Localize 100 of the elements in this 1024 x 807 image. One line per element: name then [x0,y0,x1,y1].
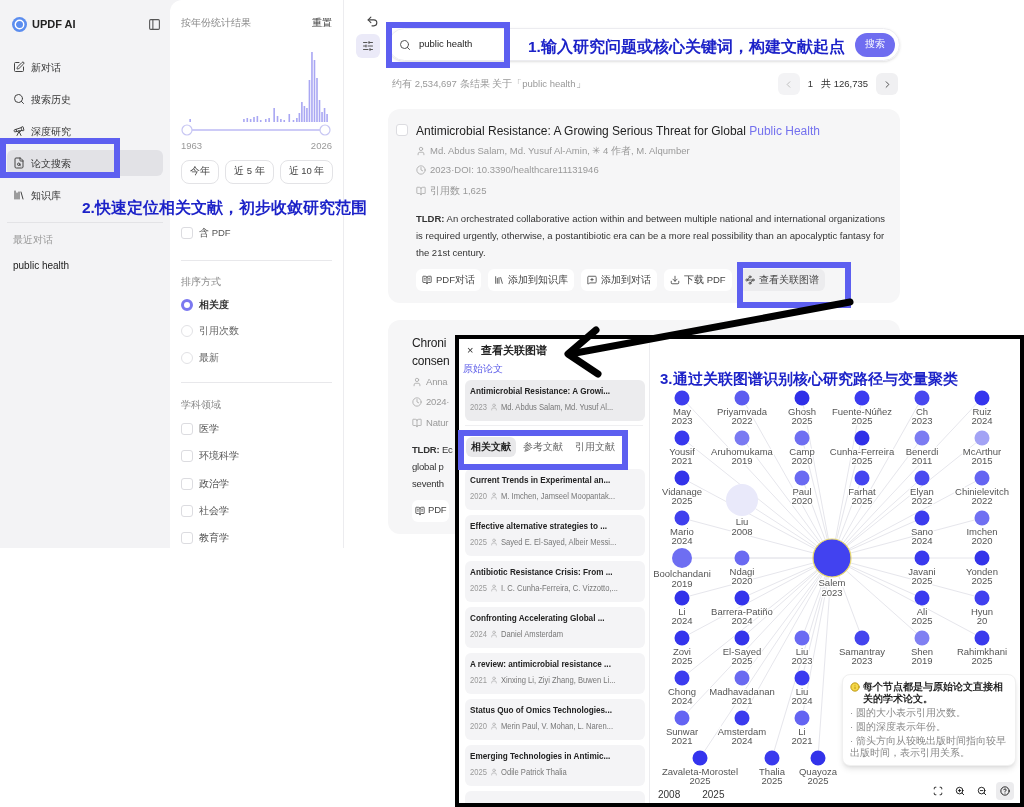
close-button[interactable]: × [467,342,474,359]
graph-node[interactable] [674,390,690,406]
year-range-button[interactable]: 今年 [181,159,219,184]
graph-node[interactable] [692,750,708,766]
graph-node[interactable] [854,390,870,406]
year-range-button[interactable]: 近 5 年 [225,159,274,184]
checkbox[interactable] [181,450,193,463]
graph-node[interactable] [810,750,826,766]
graph-node[interactable] [914,550,930,566]
graph-node[interactable] [812,538,852,578]
graph-node[interactable] [914,510,930,526]
related-paper-card[interactable]: Status Quo of Omics Technologies... 2020 Merin Paul, V. Mohan, L. Naren... [465,698,645,740]
graph-node[interactable] [974,630,990,646]
graph-node[interactable] [734,710,750,726]
graph-node[interactable] [854,630,870,646]
checkbox[interactable] [181,226,193,239]
graph-node[interactable] [674,590,690,606]
graph-node[interactable] [794,630,810,646]
recent-chat[interactable]: public health [7,258,70,274]
graph-node[interactable] [974,510,990,526]
graph-node[interactable] [726,484,758,516]
graph-node[interactable] [974,550,990,566]
paper-title[interactable]: Chroni [412,333,447,352]
step-annotation: 2.快速定位相关文献，初步收敛研究范围 [82,198,367,218]
graph-node[interactable] [974,390,990,406]
graph-node[interactable] [794,670,810,686]
tab[interactable]: 相关文献 [466,436,516,457]
sidebar-item[interactable]: 深度研究 [7,118,77,144]
graph-node[interactable] [674,510,690,526]
back-icon[interactable] [366,15,379,28]
graph-node[interactable] [674,630,690,646]
graph-node[interactable] [914,390,930,406]
library-icon [13,189,25,201]
paper-title[interactable]: Antimicrobial Resistance: A Growing Serious Threat for Global Public Health [416,124,890,138]
year-range-button[interactable]: 近 10 年 [279,159,334,184]
checkbox[interactable] [181,504,193,517]
slider-thumb[interactable] [181,124,193,136]
book-icon [415,505,425,516]
person-icon [490,583,498,592]
graph-node[interactable] [734,630,750,646]
graph-node[interactable] [854,470,870,486]
graph-node[interactable] [734,390,750,406]
graph-node[interactable] [764,750,780,766]
graph-node[interactable] [674,670,690,686]
graph-node[interactable] [974,470,990,486]
related-paper-card[interactable]: Confronting Accelerating Global ... 2024 Daniel Amsterdam [465,606,645,648]
tab[interactable]: 引用文献 [570,436,620,457]
graph-node[interactable] [734,590,750,606]
help-button[interactable] [996,782,1014,800]
graph-node[interactable] [794,390,810,406]
graph-node[interactable] [734,670,750,686]
slider-thumb[interactable] [319,124,331,136]
graph-node[interactable] [974,590,990,606]
node-label: Cunha-Ferreira 2025 [829,445,895,466]
action-button[interactable]: 添加到知识库 [488,268,574,291]
reset-button[interactable]: 重置 [312,16,332,31]
action-button[interactable]: 下载 PDF [664,268,732,291]
node-label: Javani 2025 [908,565,936,586]
checkbox[interactable] [396,124,408,136]
graph-node[interactable] [794,710,810,726]
paper-title[interactable]: consen [412,351,450,370]
graph-node[interactable] [974,430,990,446]
graph-node[interactable] [674,430,690,446]
graph-node[interactable] [854,430,870,446]
action-button[interactable]: 添加到对话 [581,268,657,291]
collapse-sidebar-icon[interactable] [148,17,161,31]
graph-node[interactable] [674,470,690,486]
step-annotation: 3.通过关联图谱识别核心研究路径与变量聚类 [660,369,958,389]
checkbox[interactable] [181,532,193,545]
graph-node[interactable] [914,470,930,486]
sidebar-item[interactable]: 搜索历史 [7,86,77,112]
zoom-out-icon [977,786,987,796]
sidebar-item[interactable]: 新对话 [7,54,67,80]
paper-title: Emerging Technologies in Antimic... [470,749,611,762]
graph-node[interactable] [914,630,930,646]
graph-node[interactable] [734,430,750,446]
sidebar-item[interactable]: 知识库 [7,182,67,208]
help-icon [1000,786,1010,796]
clock-icon [416,165,426,176]
related-paper-card[interactable]: Effective alternative strategies to ... 2025 Sayed E. El-Sayed, Albeir Messi... [465,514,645,556]
graph-node[interactable] [914,590,930,606]
node-label: Farhat 2025 [848,485,876,506]
action-button[interactable]: PDF [412,499,450,522]
checkbox[interactable] [181,423,193,436]
tab[interactable]: 参考文献 [518,436,568,457]
checkbox[interactable] [181,477,193,490]
original-paper-card[interactable]: Antimicrobial Resistance: A Growi... 2023 Md. Abdus Salam, Md. Yusuf Al... [465,379,645,421]
action-button[interactable]: PDF对话 [416,268,481,291]
radio-button[interactable] [181,299,193,312]
related-paper-card[interactable]: Emerging Technologies in Antimic... 2025 Odile Patrick Thalia [465,744,645,786]
filter-button[interactable] [355,34,380,58]
graph-node[interactable] [794,430,810,446]
graph-node[interactable] [794,470,810,486]
graph-node[interactable] [914,430,930,446]
related-paper-card[interactable]: A review: antimicrobial resistance ... 2021 Xinxing Li, Ziyi Zhang, Buwen Li... [465,652,645,694]
graph-node[interactable] [674,710,690,726]
graph-node[interactable] [734,550,750,566]
related-paper-card[interactable]: Current Trends in Experimental an... 2020 M. Imchen, Jamseel Moopantak... [465,468,645,510]
graph-node[interactable] [672,548,692,568]
search-button[interactable]: 搜索 [855,32,895,57]
